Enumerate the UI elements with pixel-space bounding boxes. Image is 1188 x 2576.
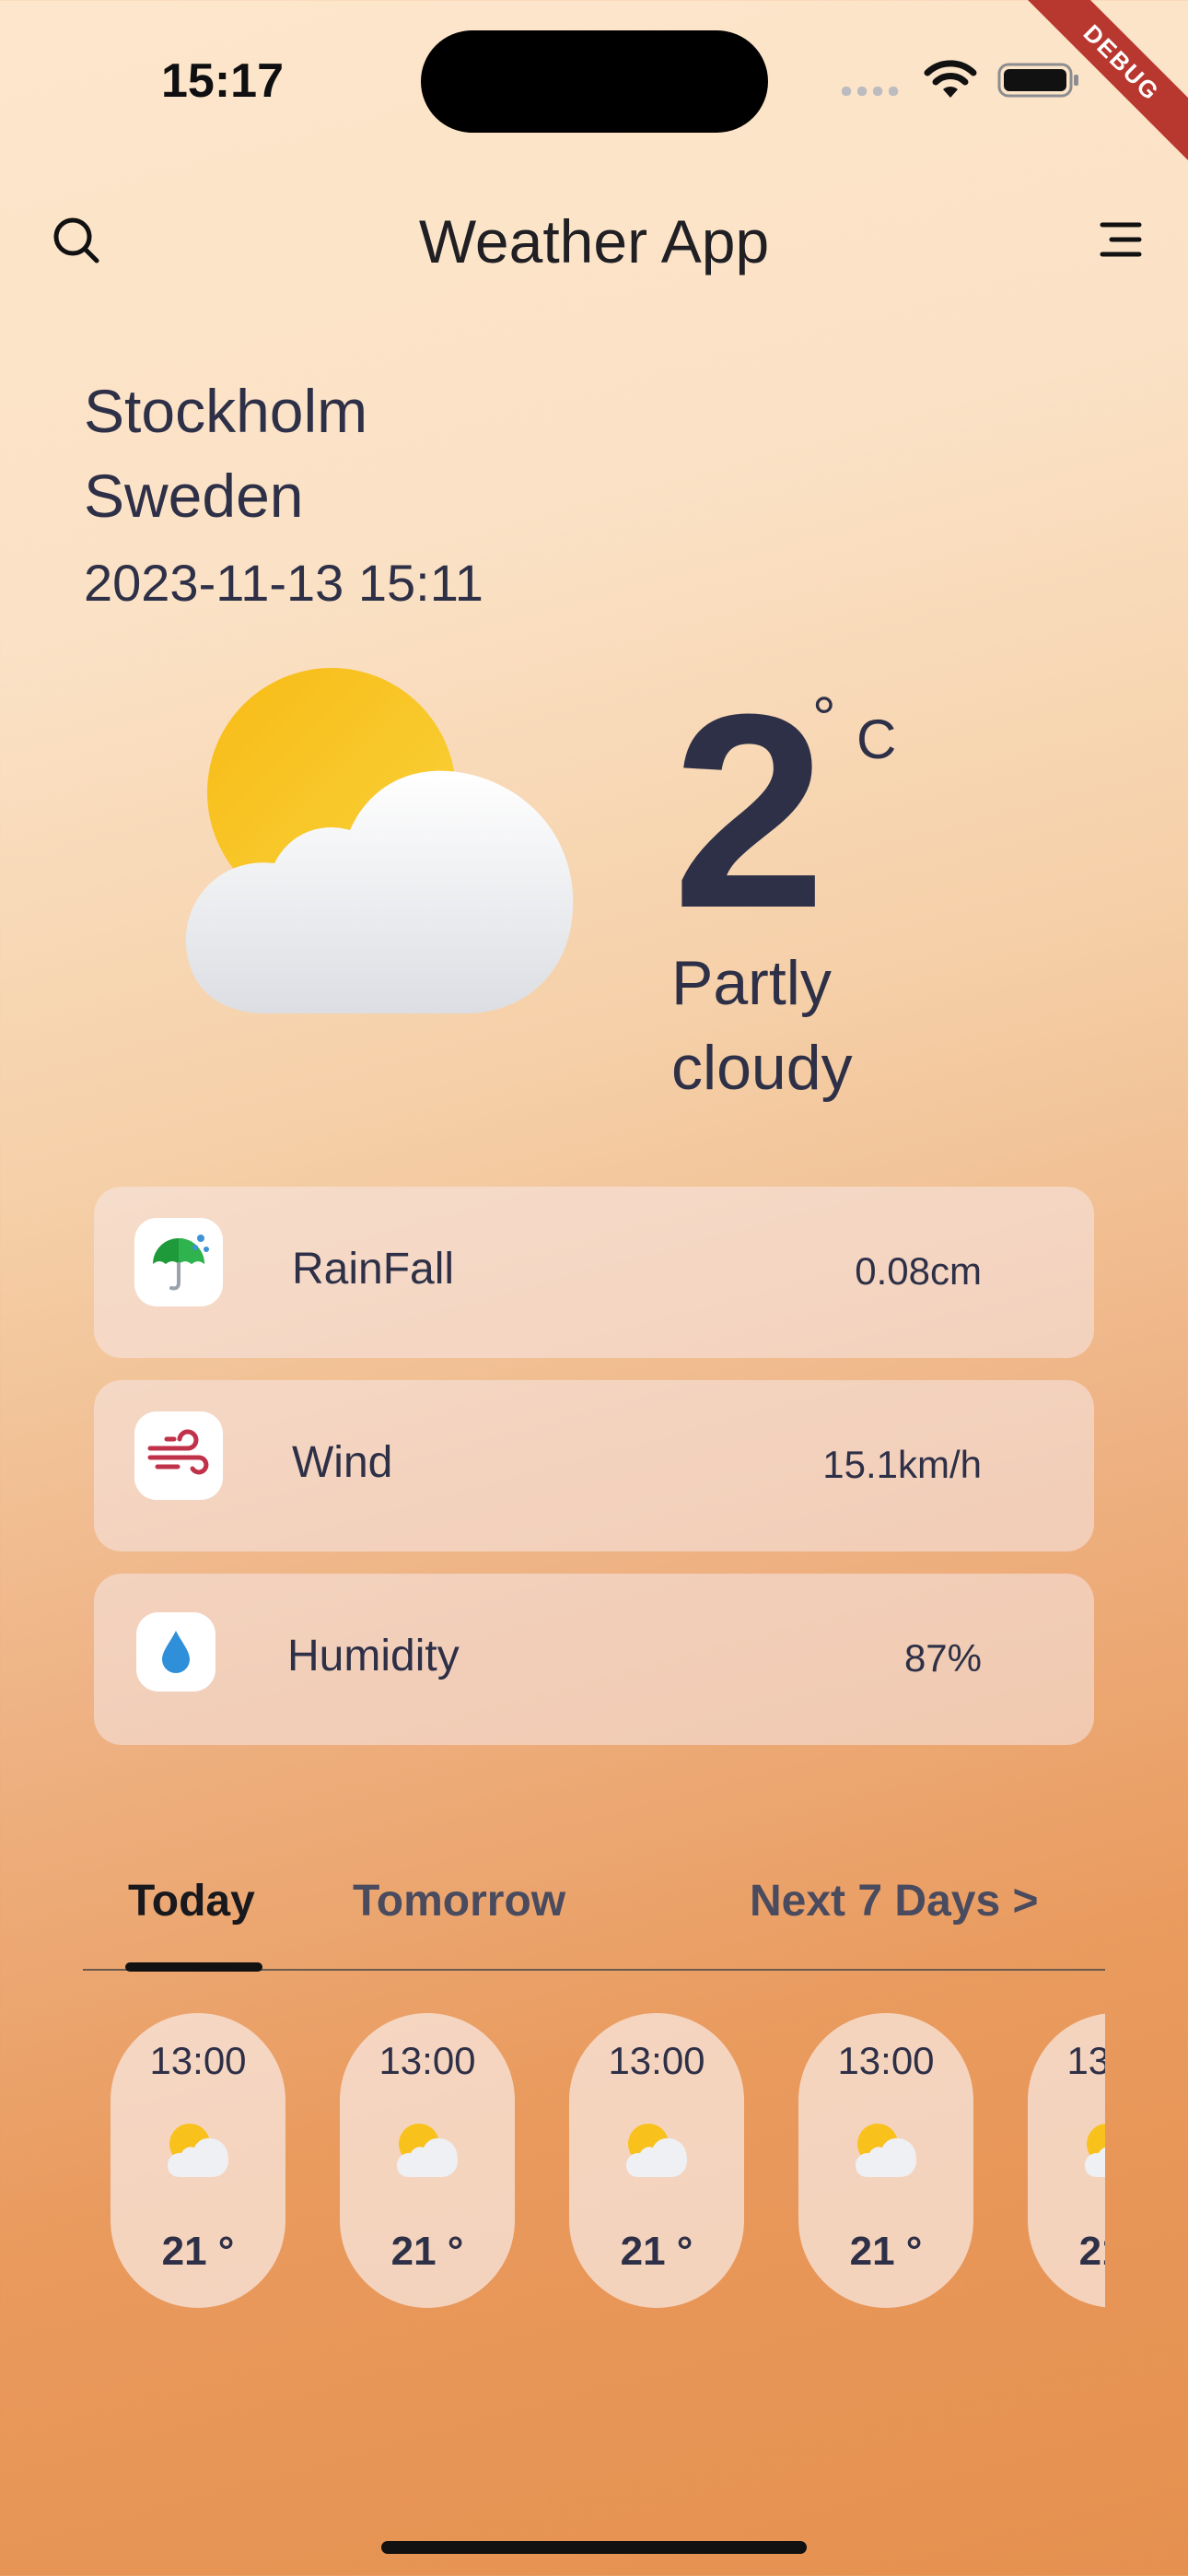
forecast-temp: 21 ° — [849, 2229, 923, 2274]
observation-datetime: 2023-11-13 15:11 — [84, 554, 483, 612]
forecast-time: 13:00 — [379, 2039, 476, 2082]
wind-label: Wind — [292, 1438, 393, 1487]
tab-next-7-days[interactable]: Next 7 Days > — [750, 1876, 1039, 1926]
rainfall-value: 0.08cm — [855, 1249, 982, 1293]
forecast-temp: 21 ° — [1078, 2229, 1105, 2274]
wifi-icon — [924, 60, 977, 98]
dynamic-island — [421, 30, 768, 133]
status-time: 15:17 — [161, 54, 284, 108]
hourly-forecast-item[interactable]: 13:00 21 ° — [569, 2013, 744, 2308]
humidity-value: 87% — [903, 1636, 982, 1680]
hourly-forecast-item[interactable]: 13:00 21 ° — [1028, 2013, 1105, 2308]
degree-symbol: ° — [812, 685, 836, 751]
rainfall-card: RainFall 0.08cm — [94, 1187, 1094, 1358]
condition-text-line1: Partly — [671, 948, 832, 1018]
current-temperature: 2 — [672, 656, 826, 966]
temperature-unit: C — [856, 708, 897, 770]
active-tab-indicator — [125, 1962, 262, 1972]
humidity-label: Humidity — [287, 1632, 460, 1680]
partly-cloudy-icon — [1085, 2124, 1105, 2177]
forecast-temp: 21 ° — [620, 2229, 693, 2274]
tab-tomorrow[interactable]: Tomorrow — [353, 1876, 565, 1926]
forecast-time: 13:00 — [837, 2039, 935, 2082]
city-name: Stockholm — [84, 377, 368, 445]
forecast-time: 13:00 — [1066, 2039, 1105, 2082]
battery-icon — [997, 63, 1078, 98]
humidity-card: Humidity 87% — [94, 1574, 1094, 1745]
forecast-time: 13:00 — [608, 2039, 705, 2082]
partly-cloudy-icon — [168, 2124, 228, 2177]
partly-cloudy-icon — [626, 2124, 687, 2177]
page-title: Weather App — [418, 207, 770, 275]
wind-card: Wind 15.1km/h — [94, 1380, 1094, 1551]
water-drop-icon — [136, 1612, 215, 1692]
forecast-temp: 21 ° — [161, 2229, 235, 2274]
rainfall-label: RainFall — [292, 1245, 455, 1294]
partly-cloudy-icon — [186, 668, 574, 1013]
home-indicator[interactable] — [381, 2541, 807, 2554]
signal-dots-icon — [842, 87, 904, 96]
wind-icon — [134, 1411, 223, 1500]
partly-cloudy-icon — [856, 2124, 916, 2177]
umbrella-icon — [134, 1218, 223, 1306]
hourly-forecast-list[interactable]: 13:00 21 ° 13:00 21 ° 13:00 21 ° 13:00 2… — [83, 2013, 1105, 2308]
hourly-forecast-item[interactable]: 13:00 21 ° — [798, 2013, 973, 2308]
forecast-time: 13:00 — [149, 2039, 247, 2082]
condition-text-line2: cloudy — [671, 1033, 853, 1103]
forecast-temp: 21 ° — [390, 2229, 464, 2274]
menu-icon[interactable] — [1099, 217, 1143, 262]
country-name: Sweden — [84, 462, 304, 530]
wind-value: 15.1km/h — [822, 1443, 982, 1486]
tab-today[interactable]: Today — [128, 1876, 255, 1926]
partly-cloudy-icon — [397, 2124, 458, 2177]
hourly-forecast-item[interactable]: 13:00 21 ° — [340, 2013, 515, 2308]
hourly-forecast-item[interactable]: 13:00 21 ° — [111, 2013, 285, 2308]
